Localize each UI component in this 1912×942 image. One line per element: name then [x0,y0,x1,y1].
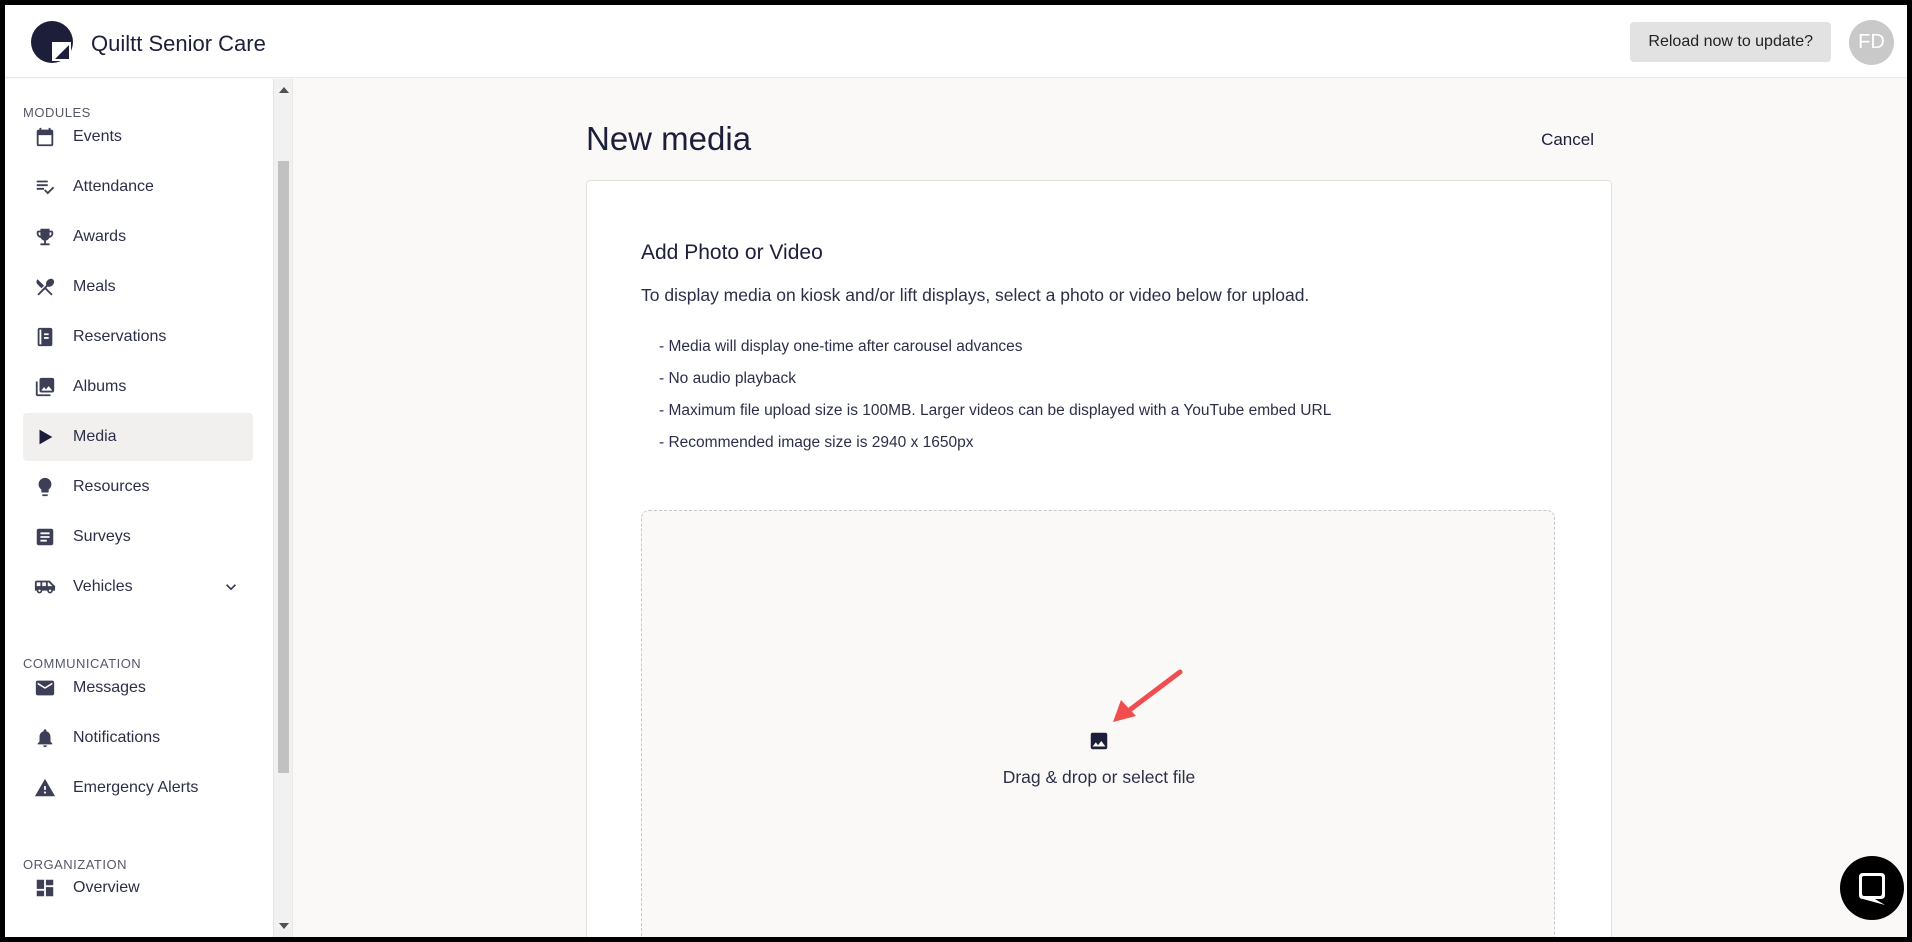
utensils-icon [33,275,57,299]
cancel-button[interactable]: Cancel [1541,130,1594,150]
scroll-down-arrow-icon[interactable] [279,923,289,929]
mail-icon [33,676,57,700]
list-item: - Media will display one-time after caro… [659,338,1023,355]
app-window: Quiltt Senior Care Reload now to update?… [5,5,1907,937]
book-icon [33,325,57,349]
sidebar-item-notifications[interactable]: Notifications [23,714,253,762]
list-item: - Recommended image size is 2940 x 1650p… [659,434,974,451]
card-description: To display media on kiosk and/or lift di… [641,285,1310,305]
sidebar-item-label: Reservations [73,328,167,345]
image-icon[interactable] [1088,730,1110,752]
reload-update-button[interactable]: Reload now to update? [1630,22,1831,62]
sidebar-item-overview[interactable]: Overview [23,864,253,912]
trophy-icon [33,225,57,249]
photo-library-icon [33,375,57,399]
sidebar-item-events[interactable]: Events [23,113,253,161]
page-title: New media [586,120,752,157]
sidebar-item-label: Meals [73,278,116,295]
sidebar-item-reservations[interactable]: Reservations [23,313,253,361]
scroll-up-arrow-icon[interactable] [279,87,289,93]
sidebar-item-awards[interactable]: Awards [23,213,253,261]
sidebar-item-label: Overview [73,879,140,896]
file-dropzone[interactable]: Drag & drop or select file [641,510,1555,937]
sidebar-item-media[interactable]: Media [23,413,253,461]
annotation-arrow-icon [1113,669,1183,722]
chat-support-button[interactable] [1840,856,1904,920]
warning-icon [33,776,57,800]
lightbulb-icon [33,475,57,499]
sidebar-item-label: Surveys [73,528,131,545]
sidebar-item-surveys[interactable]: Surveys [23,513,253,561]
app-title: Quiltt Senior Care [91,31,266,56]
chevron-down-icon[interactable] [221,577,241,597]
calendar-icon [33,125,57,149]
sidebar: MODULES Events Attendance Awards Meals R… [5,79,273,937]
sidebar-item-label: Awards [73,228,127,245]
sidebar-item-label: Notifications [73,729,161,746]
list-item: - Maximum file upload size is 100MB. Lar… [659,402,1332,419]
card-title: Add Photo or Video [641,241,823,264]
dropzone-label[interactable]: Drag & drop or select file [999,764,1199,791]
avatar[interactable]: FD [1849,20,1894,65]
sidebar-item-label: Vehicles [73,578,133,595]
list-item: - No audio playback [659,370,796,387]
sidebar-scrollbar[interactable] [273,79,292,937]
top-header: Quiltt Senior Care Reload now to update?… [5,5,1907,78]
survey-icon [33,525,57,549]
sidebar-item-albums[interactable]: Albums [23,363,253,411]
sidebar-item-attendance[interactable]: Attendance [23,163,253,211]
sidebar-item-label: Attendance [73,178,154,195]
upload-card: Add Photo or Video To display media on k… [586,180,1612,937]
sidebar-item-label: Events [73,128,122,145]
sidebar-item-messages[interactable]: Messages [23,664,253,712]
sidebar-item-resources[interactable]: Resources [23,463,253,511]
sidebar-item-meals[interactable]: Meals [23,263,253,311]
sidebar-item-vehicles[interactable]: Vehicles [23,563,253,611]
bell-icon [33,726,57,750]
sidebar-item-label: Albums [73,378,127,395]
sidebar-item-emergency-alerts[interactable]: Emergency Alerts [23,764,253,812]
chat-bubble-icon [1859,873,1885,905]
checklist-icon [33,175,57,199]
main-divider [292,79,293,937]
scrollbar-thumb[interactable] [278,161,289,773]
dashboard-icon [33,876,57,900]
play-icon [33,425,57,449]
quiltt-logo-icon[interactable] [31,21,73,63]
sidebar-item-label: Emergency Alerts [73,779,199,796]
bus-icon [33,575,57,599]
sidebar-item-label: Resources [73,478,150,495]
guidelines-list: - Media will display one-time after caro… [659,338,1331,466]
sidebar-item-label: Media [73,428,117,445]
sidebar-item-label: Messages [73,679,146,696]
